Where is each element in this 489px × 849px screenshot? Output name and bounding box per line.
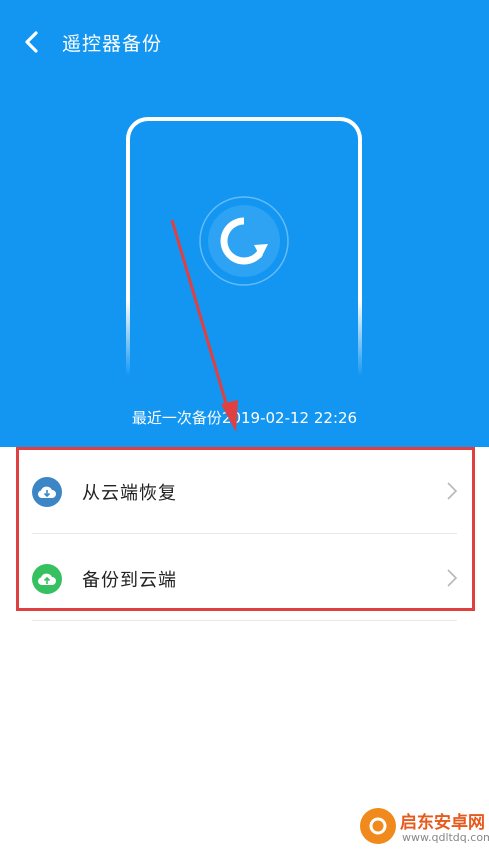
backup-to-cloud-label: 备份到云端: [82, 570, 177, 591]
back-button[interactable]: [12, 22, 52, 62]
watermark-logo: [360, 808, 396, 844]
watermark-title: 启东安卓网: [400, 813, 485, 833]
last-backup-info: 最近一次备份2019-02-12 22:26: [0, 407, 489, 428]
page-title: 遥控器备份: [62, 33, 163, 55]
sync-icon: [199, 196, 289, 286]
phone-outline-fade: [120, 300, 370, 390]
watermark: 启东安卓网 www.qdltdq.com: [360, 804, 489, 849]
cloud-upload-icon: [32, 564, 62, 594]
list-divider: [32, 620, 457, 621]
chevron-right-icon: [447, 569, 458, 587]
hero-panel: 遥控器备份 最近一次备份2019-02-12 22:26: [0, 0, 489, 447]
last-backup-label: 最近一次备份: [131, 409, 222, 427]
status-bar: [0, 0, 489, 10]
back-arrow-icon: [25, 31, 38, 53]
restore-from-cloud-item[interactable]: 从云端恢复: [0, 447, 489, 533]
last-backup-time: 2019-02-12 22:26: [221, 409, 358, 427]
app-bar: 遥控器备份: [0, 18, 489, 68]
chevron-right-icon: [447, 482, 458, 500]
backup-to-cloud-item[interactable]: 备份到云端: [0, 534, 489, 620]
watermark-url: www.qdltdq.com: [402, 831, 489, 844]
restore-from-cloud-label: 从云端恢复: [82, 483, 177, 504]
cloud-download-icon: [32, 477, 62, 507]
